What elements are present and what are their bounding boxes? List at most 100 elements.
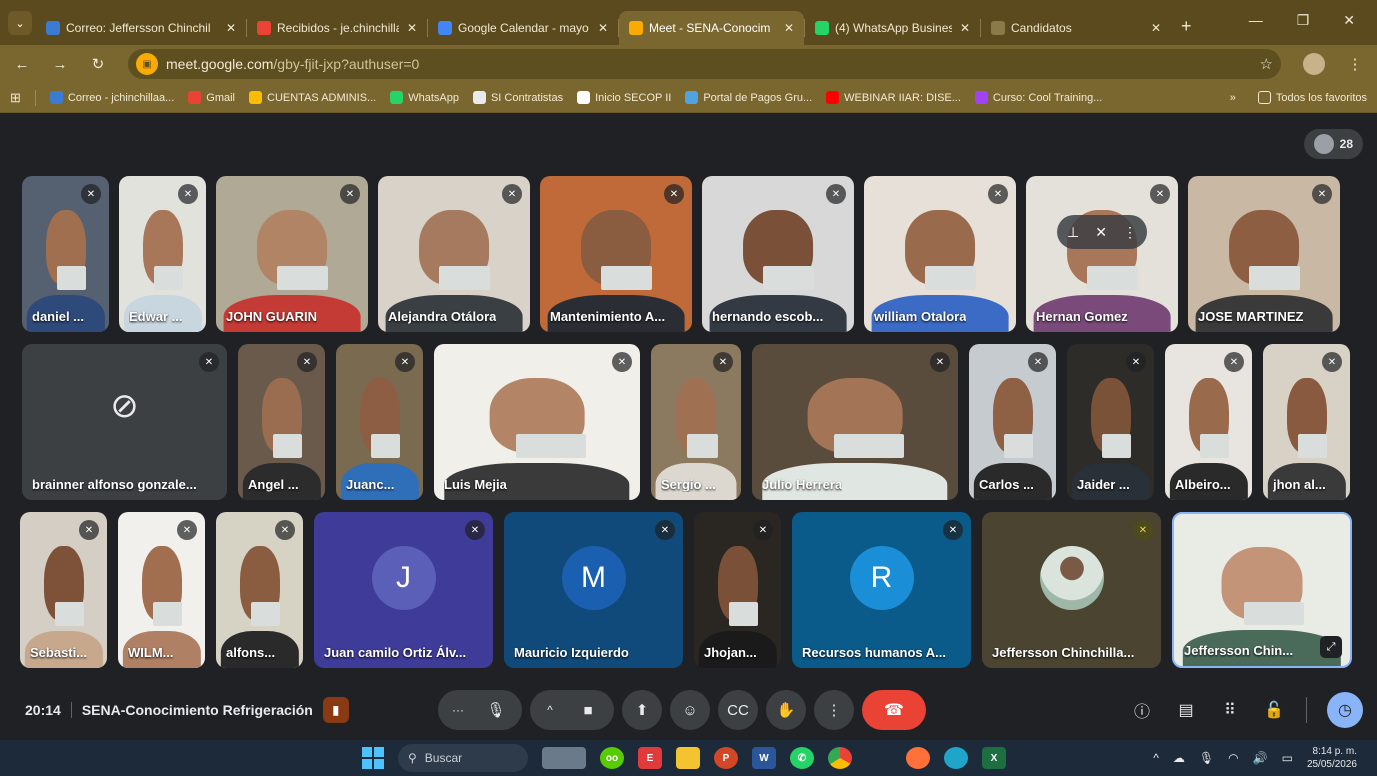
host-controls-badge[interactable]: ▮ bbox=[322, 697, 349, 723]
browser-tab[interactable]: Recibidos - je.chinchilla.a@ ✕ bbox=[247, 11, 427, 45]
browser-tab[interactable]: Candidatos ✕ bbox=[981, 11, 1171, 45]
bookmark-item[interactable]: Correo - jchinchillaa... bbox=[49, 91, 174, 104]
activities-icon[interactable]: ⠿ bbox=[1218, 698, 1242, 722]
participant-tile[interactable]: R ✕ Recursos humanos A... bbox=[792, 512, 971, 668]
leave-call-button[interactable]: ☎ bbox=[862, 690, 926, 730]
browser-tab[interactable]: Google Calendar - mayo d ✕ bbox=[428, 11, 618, 45]
tab-search-button[interactable]: ⌄ bbox=[8, 11, 32, 35]
participant-tile[interactable]: ✕ Albeiro... bbox=[1165, 344, 1252, 500]
participant-tile[interactable]: ✕ WILM... bbox=[118, 512, 205, 668]
apps-grid-icon[interactable]: ⊞ bbox=[10, 90, 21, 106]
browser-tab[interactable]: (4) WhatsApp Business ✕ bbox=[805, 11, 980, 45]
participant-tile[interactable]: ✕ alfons... bbox=[216, 512, 303, 668]
tab-close-icon[interactable]: ✕ bbox=[598, 21, 608, 35]
widgets-icon[interactable] bbox=[542, 747, 586, 769]
wifi-icon[interactable]: ◠ bbox=[1228, 751, 1238, 765]
start-icon[interactable] bbox=[362, 747, 384, 769]
participant-tile[interactable]: M ✕ Mauricio Izquierdo bbox=[504, 512, 683, 668]
participant-tile[interactable]: ✕ Carlos ... bbox=[969, 344, 1056, 500]
bookmark-item[interactable]: WEBINAR IIAR: DISE... bbox=[826, 91, 961, 104]
tab-close-icon[interactable]: ✕ bbox=[407, 21, 417, 35]
chat-icon[interactable]: ▤ bbox=[1174, 698, 1198, 722]
powerpoint-icon[interactable]: P bbox=[714, 747, 738, 769]
participant-tile[interactable]: ✕ JOSE MARTINEZ bbox=[1188, 176, 1340, 332]
address-bar[interactable]: ▣ meet.google.com/gby-fjit-jxp?authuser=… bbox=[128, 49, 1281, 79]
participant-tile[interactable]: ✕ Angel ... bbox=[238, 344, 325, 500]
volume-icon[interactable]: 🔊 bbox=[1253, 751, 1268, 765]
bookmark-item[interactable]: Gmail bbox=[188, 91, 235, 104]
camera-button[interactable]: ■ bbox=[568, 690, 608, 730]
participant-tile[interactable]: ✕ Jeffersson Chinchilla... bbox=[982, 512, 1161, 668]
bookmark-item[interactable]: Inicio SECOP II bbox=[577, 91, 671, 104]
site-info-icon[interactable]: ▣ bbox=[136, 53, 158, 75]
close-icon[interactable]: ✕ bbox=[1343, 12, 1355, 29]
browser-menu-icon[interactable]: ⋮ bbox=[1347, 55, 1363, 73]
browser-tab[interactable]: Correo: Jeffersson Chinchil ✕ bbox=[36, 11, 246, 45]
participant-tile[interactable]: ✕ Luis Mejia bbox=[434, 344, 640, 500]
new-tab-button[interactable]: + bbox=[1181, 16, 1192, 37]
bookmark-item[interactable]: Curso: Cool Training... bbox=[974, 91, 1102, 104]
minimize-icon[interactable]: — bbox=[1249, 12, 1263, 29]
self-view-expand-icon[interactable]: ⤢ bbox=[1320, 636, 1342, 658]
participant-tile[interactable]: ✕ Sergio ... bbox=[651, 344, 741, 500]
timer-icon[interactable]: ◷ bbox=[1327, 692, 1363, 728]
reactions-button[interactable]: ☺ bbox=[670, 690, 710, 730]
tab-close-icon[interactable]: ✕ bbox=[226, 21, 236, 35]
whatsapp-icon[interactable]: ✆ bbox=[790, 747, 814, 769]
microphone-button[interactable]: 🎙 bbox=[476, 690, 516, 730]
participant-tile[interactable]: ⊘ ✕ brainner alfonso gonzale... bbox=[22, 344, 227, 500]
participant-tile[interactable]: ✕ Jaider ... bbox=[1067, 344, 1154, 500]
taskbar-search[interactable]: ⚲ Buscar bbox=[398, 744, 528, 772]
participant-tile[interactable]: ✕ Sebasti... bbox=[20, 512, 107, 668]
edge-icon[interactable] bbox=[944, 747, 968, 769]
mic-tray-icon[interactable]: 🎙 bbox=[1199, 751, 1214, 765]
participant-tile[interactable]: J ✕ Juan camilo Ortiz Álv... bbox=[314, 512, 493, 668]
audio-options-icon[interactable]: ··· bbox=[444, 690, 472, 730]
raise-hand-button[interactable]: ✋ bbox=[766, 690, 806, 730]
participant-tile[interactable]: ✕ Julio Herrera bbox=[752, 344, 958, 500]
bookmark-item[interactable]: CUENTAS ADMINIS... bbox=[249, 91, 376, 104]
firefox-icon[interactable] bbox=[906, 747, 930, 769]
profile-avatar[interactable] bbox=[1303, 53, 1325, 75]
clock[interactable]: 8:14 p. m. 25/05/2026 bbox=[1307, 745, 1357, 771]
more-options-button[interactable]: ⋮ bbox=[814, 690, 854, 730]
tab-close-icon[interactable]: ✕ bbox=[784, 21, 794, 35]
browser-tab[interactable]: Meet - SENA-Conocim ✕ bbox=[619, 11, 804, 45]
participant-tile[interactable]: ✕ daniel ... bbox=[22, 176, 109, 332]
captions-button[interactable]: CC bbox=[718, 690, 758, 730]
tile-more-icon[interactable]: ⋮ bbox=[1123, 224, 1137, 241]
excel-icon[interactable]: X bbox=[982, 747, 1006, 769]
participant-tile[interactable]: ✕ Jhojan... bbox=[694, 512, 781, 668]
chrome-icon[interactable] bbox=[828, 747, 852, 769]
participant-tile[interactable]: ✕ JOHN GUARIN bbox=[216, 176, 368, 332]
tab-close-icon[interactable]: ✕ bbox=[1151, 21, 1161, 35]
participants-chip[interactable]: 28 bbox=[1303, 129, 1363, 159]
all-bookmarks-button[interactable]: Todos los favoritos bbox=[1257, 91, 1367, 104]
back-icon[interactable]: ← bbox=[14, 56, 30, 73]
participant-tile[interactable]: ✕ william Otalora bbox=[864, 176, 1016, 332]
restore-icon[interactable]: ❐ bbox=[1297, 12, 1310, 29]
bookmark-item[interactable]: Portal de Pagos Gru... bbox=[685, 91, 812, 104]
bookmark-item[interactable]: WhatsApp bbox=[390, 91, 459, 104]
battery-icon[interactable]: ▭ bbox=[1282, 751, 1293, 765]
meeting-details-icon[interactable]: ⓘ bbox=[1130, 698, 1154, 722]
reload-icon[interactable]: ↻ bbox=[90, 55, 106, 73]
onedrive-icon[interactable]: ☁ bbox=[1173, 751, 1185, 765]
participant-tile[interactable]: ✕ Edwar ... bbox=[119, 176, 206, 332]
e-app-icon[interactable]: E bbox=[638, 747, 662, 769]
forward-icon[interactable]: → bbox=[52, 56, 68, 73]
pin-icon[interactable]: ⊥ bbox=[1067, 224, 1079, 241]
host-controls-icon[interactable]: 🔓 bbox=[1262, 698, 1286, 722]
participant-tile[interactable]: ✕ Juanc... bbox=[336, 344, 423, 500]
bookmarks-overflow-button[interactable]: » bbox=[1230, 92, 1236, 104]
participant-tile[interactable]: ✕ Mantenimiento A... bbox=[540, 176, 692, 332]
duolingo-icon[interactable]: oo bbox=[600, 747, 624, 769]
tray-overflow-icon[interactable]: ^ bbox=[1153, 751, 1159, 765]
video-options-icon[interactable]: ^ bbox=[536, 690, 564, 730]
bookmark-item[interactable]: SI Contratistas bbox=[472, 91, 563, 104]
tab-close-icon[interactable]: ✕ bbox=[960, 21, 970, 35]
bookmark-star-icon[interactable]: ☆ bbox=[1260, 55, 1273, 73]
tile-mute-icon[interactable]: ✕ bbox=[1095, 224, 1107, 241]
word-icon[interactable]: W bbox=[752, 747, 776, 769]
present-screen-button[interactable]: ⬆ bbox=[622, 690, 662, 730]
